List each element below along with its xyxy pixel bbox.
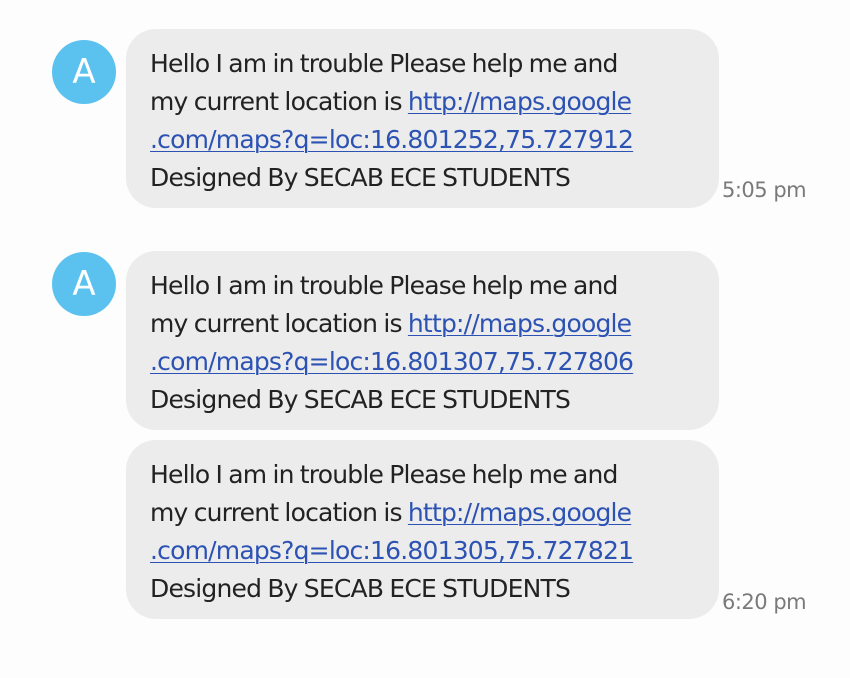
message-bubble[interactable]: Hello I am in trouble Please help me and… — [126, 251, 719, 430]
message-text-line: .com/maps?q=loc:16.801305,75.727821 — [150, 532, 699, 570]
message-thread: A Hello I am in trouble Please help me a… — [0, 0, 850, 678]
message-text-line: Hello I am in trouble Please help me and — [150, 49, 618, 78]
message-text-line: Hello I am in trouble Please help me and — [150, 271, 618, 300]
map-link[interactable]: http://maps.google — [408, 498, 632, 527]
message-footer: Designed By SECAB ECE STUDENTS — [150, 163, 571, 192]
location-label: my current location is — [150, 87, 408, 116]
message-footer: Designed By SECAB ECE STUDENTS — [150, 574, 571, 603]
map-link-continued[interactable]: .com/maps?q=loc:16.801252,75.727912 — [150, 125, 634, 154]
map-link[interactable]: http://maps.google — [408, 87, 632, 116]
location-label: my current location is — [150, 309, 408, 338]
message-text-line: .com/maps?q=loc:16.801252,75.727912 — [150, 121, 699, 159]
avatar-letter: A — [72, 264, 96, 304]
map-link-continued[interactable]: .com/maps?q=loc:16.801305,75.727821 — [150, 536, 634, 565]
message-bubble[interactable]: Hello I am in trouble Please help me and… — [126, 440, 719, 619]
message-text-line: my current location is http://maps.googl… — [150, 305, 699, 343]
map-link[interactable]: http://maps.google — [408, 309, 632, 338]
message-text-line: .com/maps?q=loc:16.801307,75.727806 — [150, 343, 699, 381]
message-bubble[interactable]: Hello I am in trouble Please help me and… — [126, 29, 719, 208]
message-text-line: my current location is http://maps.googl… — [150, 494, 699, 532]
avatar-letter: A — [72, 52, 96, 92]
map-link-continued[interactable]: .com/maps?q=loc:16.801307,75.727806 — [150, 347, 634, 376]
message-text-line: my current location is http://maps.googl… — [150, 83, 699, 121]
location-label: my current location is — [150, 498, 408, 527]
sender-avatar[interactable]: A — [52, 252, 116, 316]
message-text-line: Hello I am in trouble Please help me and — [150, 460, 618, 489]
sender-avatar[interactable]: A — [52, 40, 116, 104]
message-timestamp: 5:05 pm — [722, 178, 807, 202]
message-timestamp: 6:20 pm — [722, 590, 807, 614]
message-footer: Designed By SECAB ECE STUDENTS — [150, 385, 571, 414]
